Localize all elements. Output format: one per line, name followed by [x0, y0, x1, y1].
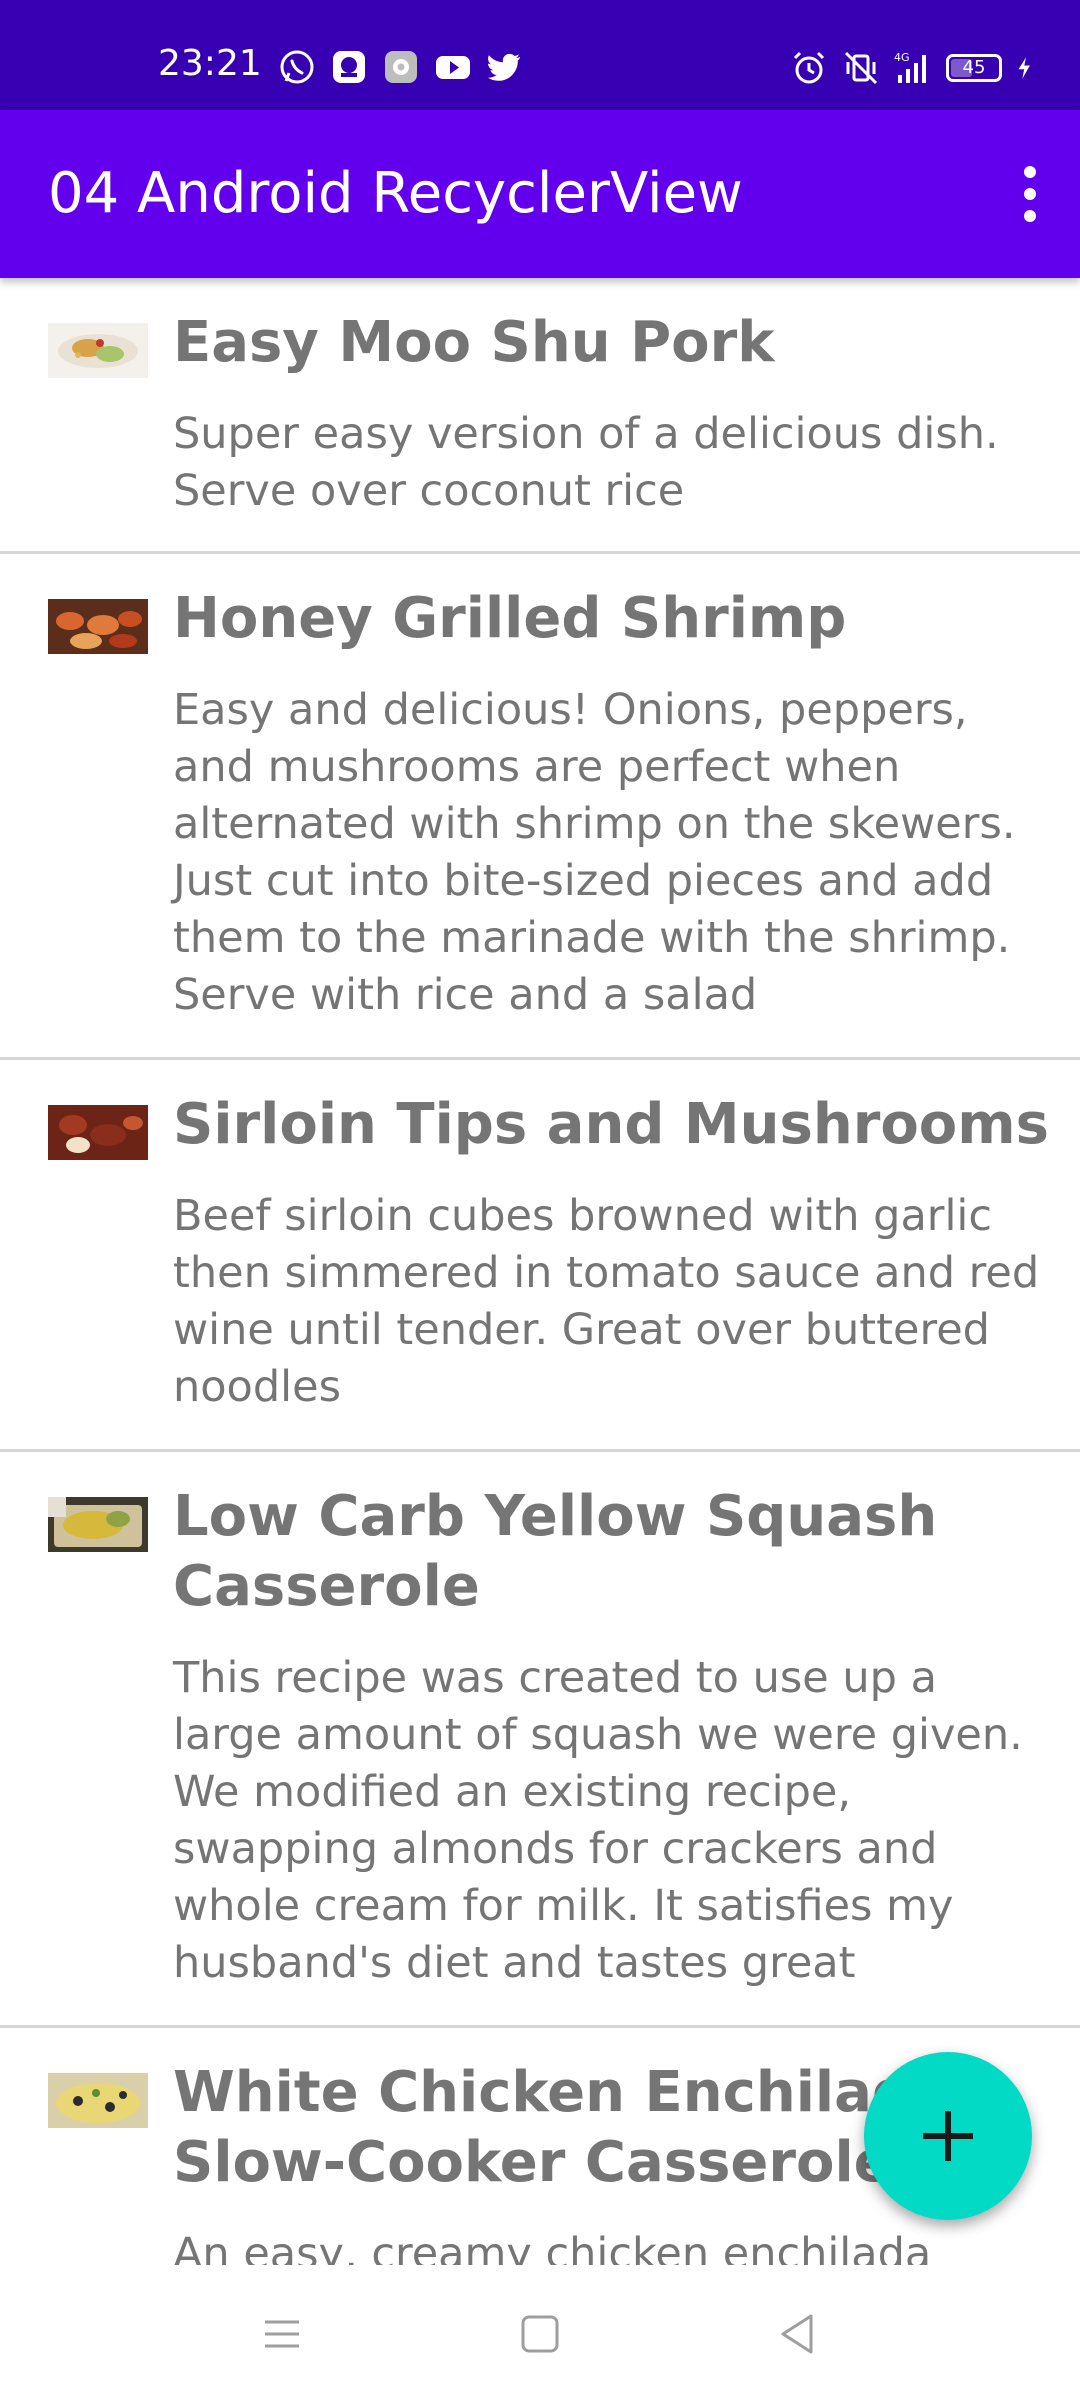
recipe-description: Easy and delicious! Onions, peppers, and… [173, 685, 1016, 1020]
back-nav-icon[interactable] [773, 2309, 823, 2359]
chicken-enchilada-thumbnail [48, 2073, 148, 2128]
battery-icon: 45 [946, 54, 1002, 82]
app-bar: 04 Android RecyclerView [0, 110, 1080, 278]
home-nav-icon[interactable] [515, 2309, 565, 2359]
recipe-title: Sirloin Tips and Mushrooms [173, 1092, 1049, 1157]
whatsapp-icon [280, 50, 314, 84]
grilled-shrimp-thumbnail [48, 599, 148, 654]
menu-nav-icon[interactable] [257, 2309, 307, 2359]
moo-shu-pork-thumbnail [48, 323, 148, 378]
messenger-icon [333, 51, 365, 83]
youtube-icon [436, 56, 470, 79]
status-app-icons [278, 48, 524, 88]
list-item[interactable]: Low Carb Yellow Squash Casserole This re… [0, 1452, 1080, 2028]
status-right-icons: 4G 45 [790, 48, 1040, 88]
battery-level: 45 [962, 57, 986, 78]
alarm-icon [793, 51, 825, 84]
app-title: 04 Android RecyclerView [48, 161, 743, 226]
twitter-icon [488, 53, 520, 81]
recipe-description: An easy, creamy chicken enchilada [173, 2229, 932, 2265]
recipe-description: Super easy version of a delicious dish. … [173, 409, 999, 516]
add-recipe-button[interactable] [864, 2052, 1032, 2220]
status-bar: 23:21 4G 45 [0, 0, 1080, 110]
signal-icon: 4G [894, 51, 926, 83]
recipe-description: Beef sirloin cubes browned with garlic t… [173, 1191, 1040, 1412]
list-item[interactable]: Sirloin Tips and Mushrooms Beef sirloin … [0, 1060, 1080, 1452]
sirloin-tips-thumbnail [48, 1105, 148, 1160]
vibrate-icon [844, 51, 878, 85]
recipe-description: This recipe was created to use up a larg… [173, 1653, 1023, 1988]
list-item[interactable]: Easy Moo Shu Pork Super easy version of … [0, 278, 1080, 554]
recipe-list[interactable]: Easy Moo Shu Pork Super easy version of … [0, 278, 1080, 2265]
more-vert-icon[interactable] [998, 158, 1062, 230]
svg-text:4G: 4G [894, 51, 910, 64]
status-time: 23:21 [158, 43, 262, 84]
settings-app-icon [385, 51, 417, 83]
system-nav-bar [0, 2265, 1080, 2400]
list-item[interactable]: Honey Grilled Shrimp Easy and delicious!… [0, 554, 1080, 1060]
charging-icon [1018, 57, 1030, 79]
recipe-title: Honey Grilled Shrimp [173, 586, 847, 651]
squash-casserole-thumbnail [48, 1497, 148, 1552]
recipe-title: Low Carb Yellow Squash Casserole [173, 1484, 938, 1619]
add-icon [923, 2111, 973, 2161]
recipe-title: Easy Moo Shu Pork [173, 310, 775, 375]
